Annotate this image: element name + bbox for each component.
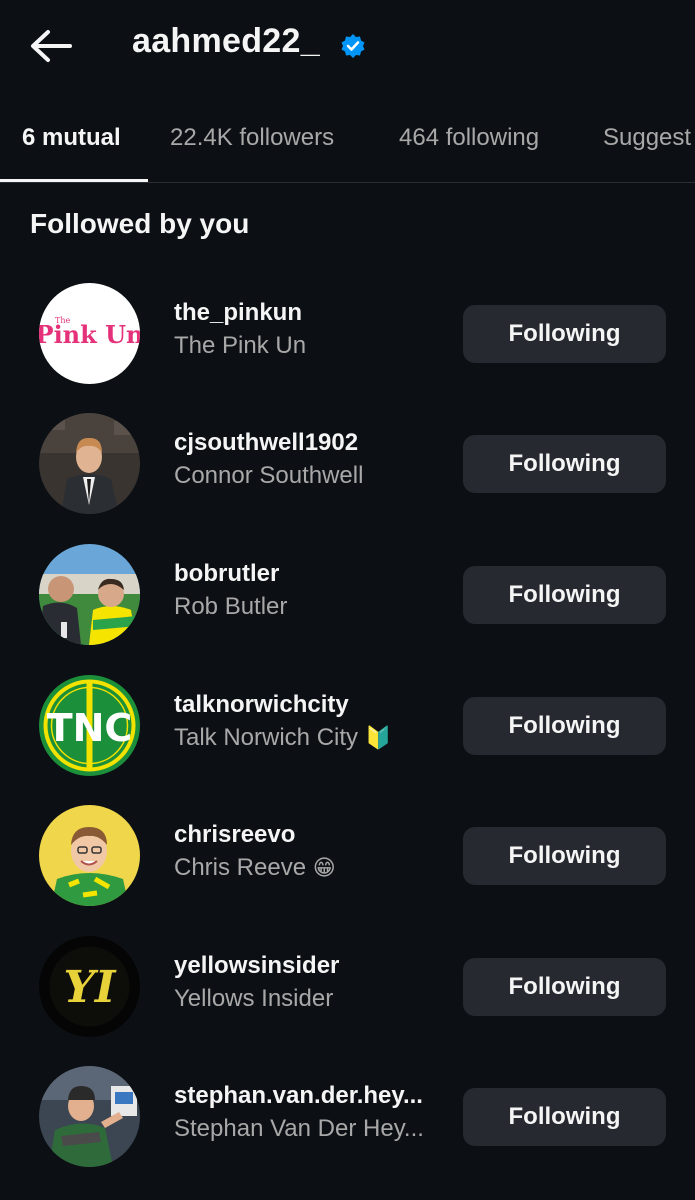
verified-badge-icon <box>341 34 365 58</box>
header: aahmed22_ <box>0 0 695 95</box>
following-button[interactable]: Following <box>463 827 666 885</box>
tab-followers[interactable]: 22.4K followers <box>170 124 334 152</box>
display-name: The Pink Un <box>174 332 307 359</box>
following-button[interactable]: Following <box>463 435 666 493</box>
display-name: Rob Butler <box>174 593 288 620</box>
following-button[interactable]: Following <box>463 958 666 1016</box>
display-name: Connor Southwell <box>174 462 364 489</box>
display-name: Stephan Van Der Hey... <box>174 1115 424 1142</box>
following-button[interactable]: Following <box>463 305 666 363</box>
display-name: Talk Norwich City 🔰 <box>174 724 393 751</box>
username[interactable]: stephan.van.der.hey... <box>174 1082 423 1110</box>
following-button[interactable]: Following <box>463 697 666 755</box>
username[interactable]: talknorwichcity <box>174 691 349 719</box>
back-arrow-icon[interactable] <box>28 26 74 66</box>
following-button[interactable]: Following <box>463 566 666 624</box>
avatar[interactable] <box>39 1066 140 1167</box>
list-item[interactable]: TNC talknorwichcity Talk Norwich City 🔰 … <box>0 675 695 795</box>
display-name: Chris Reeve 😁 <box>174 854 336 881</box>
username[interactable]: bobrutler <box>174 560 279 588</box>
avatar[interactable]: TNC <box>39 675 140 776</box>
avatar[interactable] <box>39 544 140 645</box>
tab-bar: 6 mutual 22.4K followers 464 following S… <box>0 110 695 182</box>
list-item[interactable]: stephan.van.der.hey... Stephan Van Der H… <box>0 1066 695 1186</box>
profile-photo <box>39 805 140 906</box>
tab-divider <box>0 182 695 183</box>
avatar[interactable]: YI <box>39 936 140 1037</box>
username[interactable]: yellowsinsider <box>174 952 339 980</box>
tab-mutual[interactable]: 6 mutual <box>22 124 121 152</box>
list-item[interactable]: chrisreevo Chris Reeve 😁 Following <box>0 805 695 925</box>
pink-un-logo: The Pink Un <box>39 283 140 384</box>
profile-photo <box>39 544 140 645</box>
display-name: Yellows Insider <box>174 985 334 1012</box>
grinning-face-icon: 😁 <box>312 855 336 880</box>
avatar[interactable] <box>39 413 140 514</box>
section-title: Followed by you <box>30 208 250 239</box>
page-title: aahmed22_ <box>132 22 320 60</box>
tab-following[interactable]: 464 following <box>399 124 539 152</box>
yellows-insider-logo: YI <box>39 936 140 1037</box>
pink-un-logo-text: Pink Un <box>39 320 140 349</box>
username[interactable]: the_pinkun <box>174 299 302 327</box>
username[interactable]: cjsouthwell1902 <box>174 429 358 457</box>
beginner-symbol-icon: 🔰 <box>364 725 393 750</box>
avatar[interactable]: The Pink Un <box>39 283 140 384</box>
tnc-logo-text: TNC <box>47 706 133 750</box>
list-item[interactable]: YI yellowsinsider Yellows Insider Follow… <box>0 936 695 1056</box>
list-item[interactable]: cjsouthwell1902 Connor Southwell Followi… <box>0 413 695 533</box>
list-item[interactable]: The Pink Un the_pinkun The Pink Un Follo… <box>0 283 695 403</box>
talk-norwich-city-logo: TNC <box>39 675 140 776</box>
profile-photo <box>39 413 140 514</box>
avatar[interactable] <box>39 805 140 906</box>
list-item[interactable]: bobrutler Rob Butler Following <box>0 544 695 664</box>
username[interactable]: chrisreevo <box>174 821 295 849</box>
yi-logo-text: YI <box>64 962 117 1013</box>
following-button[interactable]: Following <box>463 1088 666 1146</box>
profile-photo <box>39 1066 140 1167</box>
tab-suggested[interactable]: Suggest <box>603 124 691 152</box>
